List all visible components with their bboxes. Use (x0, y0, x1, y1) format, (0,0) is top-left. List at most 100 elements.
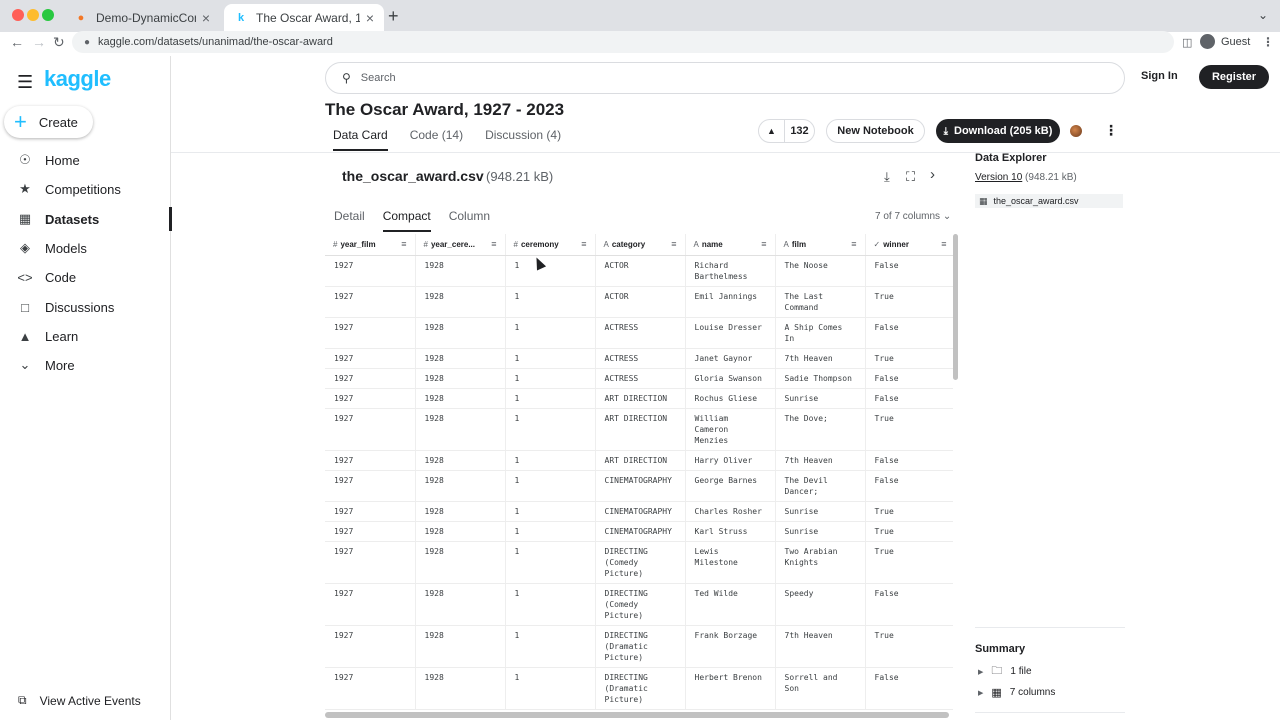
sort-icon[interactable]: ≡ (671, 239, 676, 249)
column-header[interactable]: Aname ≡ (685, 234, 776, 256)
upvote-arrow-icon[interactable]: ▲ (759, 120, 785, 142)
text-type-icon: A (783, 239, 789, 249)
browser-tab-kaggle[interactable]: k The Oscar Award, 1927 - 2023 × (224, 4, 384, 32)
search-input[interactable]: ⚲ Search (325, 62, 1125, 94)
create-button[interactable]: + Create (4, 106, 93, 138)
table-cell: 1928 (415, 625, 506, 668)
table-cell: Richard Barthelmess (685, 255, 776, 287)
view-active-events-link[interactable]: ⧉ View Active Events (18, 693, 141, 708)
sort-icon[interactable]: ≡ (581, 239, 586, 249)
table-cell: ACTRESS (595, 348, 686, 369)
kaggle-logo[interactable]: kaggle (44, 66, 111, 92)
download-icon[interactable]: ⤓ (884, 169, 890, 185)
sort-icon[interactable]: ≡ (491, 239, 496, 249)
tab-data-card[interactable]: Data Card (333, 128, 388, 151)
close-icon[interactable]: × (366, 10, 374, 26)
sort-icon[interactable]: ≡ (761, 239, 766, 249)
column-header[interactable]: ✓ winner ≡ (865, 234, 953, 256)
table-cell: Herbert Brenon (685, 667, 776, 710)
table-cell: The Last Command (775, 286, 866, 318)
summary-bottom-divider (975, 712, 1125, 713)
column-header[interactable]: # year_film ≡ (325, 234, 416, 256)
sidebar-item-learn[interactable]: ▲ Learn (0, 322, 171, 350)
address-bar[interactable]: ● kaggle.com/datasets/unanimad/the-oscar… (72, 31, 1174, 53)
column-name: ceremony (520, 239, 559, 249)
browser-tab-jupyter[interactable]: ● Demo-DynamicContext - Jupyt × (64, 4, 220, 32)
table-cell: 1928 (415, 317, 506, 349)
column-selector[interactable]: 7 of 7 columns ⌄ (875, 211, 951, 222)
summary-columns-row[interactable]: ▶ ▦ 7 columns (978, 686, 1055, 699)
sidebar-item-datasets[interactable]: ▦ Datasets (0, 205, 172, 233)
more-options-icon[interactable]: ⋮ (1104, 122, 1118, 139)
sidebar-item-code[interactable]: <> Code (0, 263, 171, 291)
version-link[interactable]: Version 10 (975, 172, 1022, 183)
new-notebook-button[interactable]: New Notebook (826, 119, 925, 143)
page-title: The Oscar Award, 1927 - 2023 (325, 100, 565, 119)
table-cell: 1 (505, 625, 596, 668)
tab-column[interactable]: Column (449, 209, 490, 232)
sign-in-button[interactable]: Sign In (1141, 70, 1178, 82)
table-cell: 1927 (325, 501, 416, 522)
window-zoom-button[interactable] (42, 9, 54, 21)
summary-files-row[interactable]: ▶ 🗀 1 file (978, 662, 1032, 681)
close-icon[interactable]: × (202, 10, 210, 26)
column-header[interactable]: Afilm ≡ (775, 234, 866, 256)
download-button[interactable]: ⤓ Download (205 kB) (936, 119, 1060, 143)
table-cell: Harry Oliver (685, 450, 776, 471)
table-cell: 1928 (415, 388, 506, 409)
chevron-right-icon[interactable]: › (930, 166, 935, 183)
table-cell: The Dove; (775, 408, 866, 451)
upvote-button[interactable]: ▲ 132 (758, 119, 815, 143)
plus-icon: + (14, 109, 27, 134)
horizontal-scrollbar[interactable] (325, 712, 949, 718)
sidebar-item-more[interactable]: ⌄ More (0, 351, 171, 379)
sidebar-item-discussions[interactable]: □ Discussions (0, 293, 171, 321)
reload-icon[interactable]: ↻ (53, 34, 65, 51)
table-cell: Gloria Swanson (685, 368, 776, 389)
site-info-icon[interactable]: ● (84, 37, 90, 48)
fullscreen-icon[interactable]: ⛶ (906, 169, 915, 185)
forward-icon[interactable]: → (32, 34, 46, 50)
explorer-file-item[interactable]: ▦ the_oscar_award.csv (975, 194, 1123, 208)
browser-menu-icon[interactable]: ⋮ (1262, 35, 1274, 49)
sidebar-item-models[interactable]: ◈ Models (0, 234, 171, 262)
column-header[interactable]: Acategory ≡ (595, 234, 686, 256)
back-icon[interactable]: ← (10, 34, 24, 50)
tab-compact[interactable]: Compact (382, 209, 431, 232)
sort-icon[interactable]: ≡ (401, 239, 406, 249)
menu-icon[interactable]: ☰ (17, 72, 33, 93)
tab-detail[interactable]: Detail (334, 209, 365, 232)
column-header[interactable]: # ceremony ≡ (505, 234, 596, 256)
new-tab-icon[interactable]: + (388, 6, 399, 27)
profile-button[interactable]: Guest (1200, 34, 1250, 49)
table-cell: 7th Heaven (775, 625, 866, 668)
window-close-button[interactable] (12, 9, 24, 21)
column-header[interactable]: # year_cere... ≡ (415, 234, 506, 256)
table-cell: Emil Jannings (685, 286, 776, 318)
table-cell: Speedy (775, 583, 866, 626)
table-cell: Sunrise (775, 501, 866, 522)
sort-icon[interactable]: ≡ (941, 239, 946, 249)
table-cell: False (865, 388, 953, 409)
table-cell: The Devil Dancer; (775, 470, 866, 502)
sidepanel-icon[interactable]: ◫ (1182, 36, 1192, 49)
table-row: 1927 1928 1 ACTRESS Gloria Swanson Sadie Thom… (325, 368, 953, 389)
table-cell: True (865, 625, 953, 668)
kaggle-favicon-icon: k (237, 12, 245, 24)
table-row: 1927 1928 1 ART DIRECTION Harry Oliver 7th He… (325, 450, 953, 471)
table-cell: 1 (505, 583, 596, 626)
table-cell: 1927 (325, 408, 416, 451)
tab-code[interactable]: Code (14) (410, 128, 463, 151)
table-cell: Ted Wilde (685, 583, 776, 626)
table-cell: ART DIRECTION (595, 450, 686, 471)
sort-icon[interactable]: ≡ (851, 239, 856, 249)
vertical-scrollbar[interactable] (953, 234, 958, 380)
author-avatar[interactable] (1070, 125, 1082, 137)
sidebar-item-home[interactable]: ☉ Home (0, 146, 171, 174)
sidebar-item-competitions[interactable]: ★ Competitions (0, 175, 171, 203)
window-minimize-button[interactable] (27, 9, 39, 21)
tab-search-chevron-icon[interactable]: ⌄ (1258, 8, 1268, 22)
tab-discussion[interactable]: Discussion (4) (485, 128, 561, 151)
text-type-icon: A (603, 239, 609, 249)
register-button[interactable]: Register (1199, 65, 1269, 89)
